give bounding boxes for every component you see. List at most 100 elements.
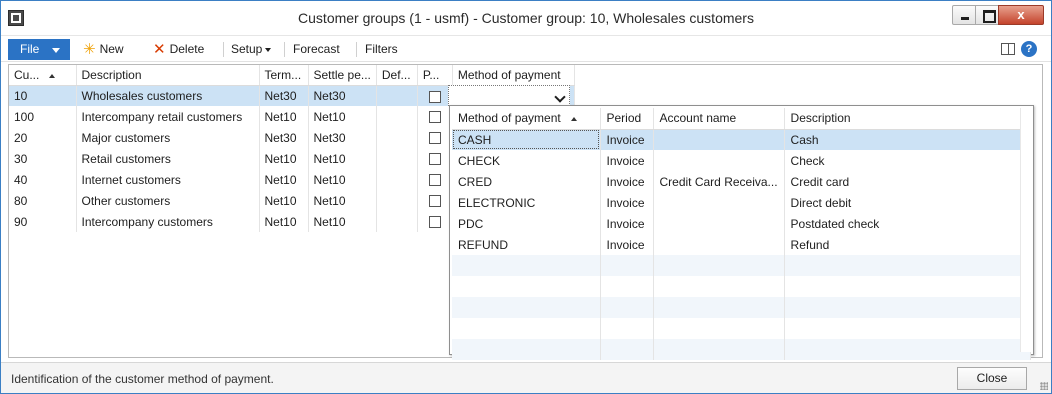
cell-terms[interactable]: Net10 [259,211,309,232]
column-header-method-of-payment[interactable]: Method of payment [452,65,575,86]
filters-button[interactable]: Filters [365,41,398,58]
cell-group[interactable]: 10 [9,85,77,106]
list-item[interactable]: REFUND Invoice Refund [452,234,1031,255]
new-button[interactable]: ✳ New [83,41,124,58]
cell-terms[interactable]: Net30 [259,127,309,148]
list-item[interactable]: CHECK Invoice Check [452,150,1031,171]
lookup-column-period[interactable]: Period [600,108,654,130]
cell-description[interactable]: Intercompany retail customers [76,106,260,127]
setup-menu-button[interactable]: Setup [231,41,272,58]
cell-group[interactable]: 100 [9,106,77,127]
lookup-cell-period[interactable]: Invoice [600,234,654,255]
cell-settle[interactable]: Net10 [308,211,377,232]
cell-terms[interactable]: Net30 [259,85,309,106]
row-checkbox[interactable] [428,174,441,187]
lookup-cell-description[interactable]: Cash [784,129,1031,150]
cell-terms[interactable]: Net10 [259,106,309,127]
cell-terms[interactable]: Net10 [259,169,309,190]
chevron-down-icon[interactable] [553,89,567,103]
cell-description[interactable]: Other customers [76,190,260,211]
lookup-cell-period[interactable]: Invoice [600,213,654,234]
cell-terms[interactable]: Net10 [259,190,309,211]
cell-description[interactable]: Wholesales customers [76,85,260,106]
close-button[interactable]: Close [957,367,1027,390]
cell-def[interactable] [376,127,418,148]
method-of-payment-input[interactable] [448,85,570,106]
lookup-cell-description[interactable]: Refund [784,234,1031,255]
delete-button[interactable]: ✕ Delete [153,41,204,58]
close-window-button[interactable]: x [998,5,1044,25]
lookup-column-method-of-payment[interactable]: Method of payment [452,108,601,130]
cell-group[interactable]: 80 [9,190,77,211]
lookup-cell-description[interactable]: Postdated check [784,213,1031,234]
row-checkbox[interactable] [428,216,441,229]
column-header-terms-of-payment[interactable]: Term... [259,65,309,86]
cell-settle[interactable]: Net10 [308,190,377,211]
forecast-button[interactable]: Forecast [293,41,340,58]
lookup-cell-account[interactable] [653,192,785,213]
cell-def[interactable] [376,85,418,106]
cell-settle[interactable]: Net30 [308,127,377,148]
cell-def[interactable] [376,211,418,232]
lookup-cell-account[interactable] [653,234,785,255]
lookup-cell-period[interactable]: Invoice [600,150,654,171]
lookup-cell-method[interactable]: PDC [452,213,601,234]
lookup-scroll-area[interactable] [1020,108,1032,352]
row-checkbox[interactable] [428,153,441,166]
cell-group[interactable]: 90 [9,211,77,232]
cell-group[interactable]: 40 [9,169,77,190]
row-checkbox[interactable] [428,90,441,103]
lookup-cell-method[interactable]: CHECK [452,150,601,171]
cell-def[interactable] [376,190,418,211]
column-header-customer-group[interactable]: Cu... [9,65,77,86]
list-item[interactable]: CRED Invoice Credit Card Receiva... Cred… [452,171,1031,192]
column-header-p[interactable]: P... [417,65,453,86]
column-header-settle-period[interactable]: Settle pe... [308,65,377,86]
cell-description[interactable]: Internet customers [76,169,260,190]
cell-settle[interactable]: Net30 [308,85,377,106]
lookup-cell-period[interactable]: Invoice [600,171,654,192]
cell-def[interactable] [376,148,418,169]
lookup-cell-method[interactable]: ELECTRONIC [452,192,601,213]
lookup-cell-account[interactable] [653,213,785,234]
empty-row [452,297,1031,318]
lookup-cell-period[interactable]: Invoice [600,192,654,213]
cell-settle[interactable]: Net10 [308,169,377,190]
cell-description[interactable]: Retail customers [76,148,260,169]
lookup-cell-method[interactable]: CRED [452,171,601,192]
help-icon[interactable]: ? [1021,41,1037,57]
list-item[interactable]: PDC Invoice Postdated check [452,213,1031,234]
resize-grip-icon[interactable] [1040,382,1048,390]
minimize-button[interactable] [952,5,976,25]
column-header-default[interactable]: Def... [376,65,418,86]
lookup-cell-account[interactable] [653,150,785,171]
lookup-column-description[interactable]: Description [784,108,1031,130]
cell-group[interactable]: 30 [9,148,77,169]
lookup-cell-method[interactable]: REFUND [452,234,601,255]
row-checkbox[interactable] [428,132,441,145]
file-menu-button[interactable]: File [8,39,70,60]
row-checkbox[interactable] [428,195,441,208]
lookup-cell-description[interactable]: Check [784,150,1031,171]
cell-description[interactable]: Intercompany customers [76,211,260,232]
cell-def[interactable] [376,106,418,127]
cell-settle[interactable]: Net10 [308,106,377,127]
cell-settle[interactable]: Net10 [308,148,377,169]
lookup-cell-description[interactable]: Credit card [784,171,1031,192]
maximize-button[interactable] [975,5,999,25]
cell-def[interactable] [376,169,418,190]
list-item[interactable]: CASH Invoice Cash [452,129,1031,150]
panel-icon[interactable] [1001,43,1015,55]
cell-group[interactable]: 20 [9,127,77,148]
lookup-cell-account[interactable]: Credit Card Receiva... [653,171,785,192]
list-item[interactable]: ELECTRONIC Invoice Direct debit [452,192,1031,213]
column-header-description[interactable]: Description [76,65,260,86]
lookup-cell-description[interactable]: Direct debit [784,192,1031,213]
cell-terms[interactable]: Net10 [259,148,309,169]
lookup-cell-period[interactable]: Invoice [600,129,654,150]
cell-description[interactable]: Major customers [76,127,260,148]
lookup-column-account-name[interactable]: Account name [653,108,785,130]
row-checkbox[interactable] [428,111,441,124]
lookup-cell-method[interactable]: CASH [452,129,601,150]
lookup-cell-account[interactable] [653,129,785,150]
